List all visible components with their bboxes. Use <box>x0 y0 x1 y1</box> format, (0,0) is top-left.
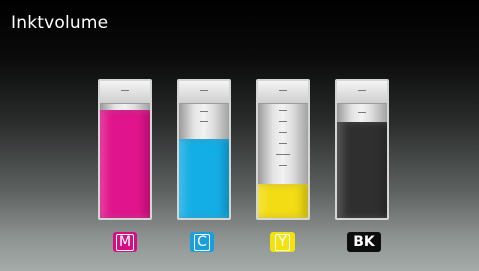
ink-tank-cyan <box>177 79 231 220</box>
ink-tank-yellow <box>256 79 310 220</box>
tick-mark <box>276 154 290 155</box>
tick-mark <box>358 112 366 113</box>
tick-mark <box>279 90 287 91</box>
tick-mark <box>279 132 287 133</box>
ink-tank-black <box>335 79 389 220</box>
tick-mark <box>200 121 208 122</box>
ink-label-text: BK <box>353 233 375 250</box>
tick-mark <box>200 90 208 91</box>
ink-tank-cap <box>337 81 387 104</box>
tick-mark <box>358 90 366 91</box>
tick-mark <box>279 165 287 166</box>
ink-label-magenta: M <box>113 232 137 252</box>
ink-label-text: Y <box>275 233 290 251</box>
tick-mark <box>200 111 208 112</box>
ink-label-text: C <box>194 233 210 251</box>
ink-tank-magenta <box>98 79 152 220</box>
ink-label-cyan: C <box>190 232 214 252</box>
ink-volume-screen: Inktvolume M C Y BK <box>0 0 479 271</box>
ink-level-fill-magenta <box>100 110 150 218</box>
tick-mark <box>121 90 129 91</box>
ink-label-text: M <box>115 233 135 251</box>
tick-mark <box>279 121 287 122</box>
ink-tank-cap <box>179 81 229 104</box>
tick-mark <box>279 110 287 111</box>
page-title: Inktvolume <box>11 13 109 33</box>
ink-tank-cap <box>258 81 308 104</box>
ink-level-fill-black <box>337 122 387 218</box>
ink-tank-cap <box>100 81 150 104</box>
ink-label-yellow: Y <box>270 232 295 252</box>
tick-mark <box>279 143 287 144</box>
ink-level-fill-cyan <box>179 139 229 218</box>
ink-level-fill-yellow <box>258 184 308 218</box>
ink-label-black: BK <box>347 232 381 252</box>
